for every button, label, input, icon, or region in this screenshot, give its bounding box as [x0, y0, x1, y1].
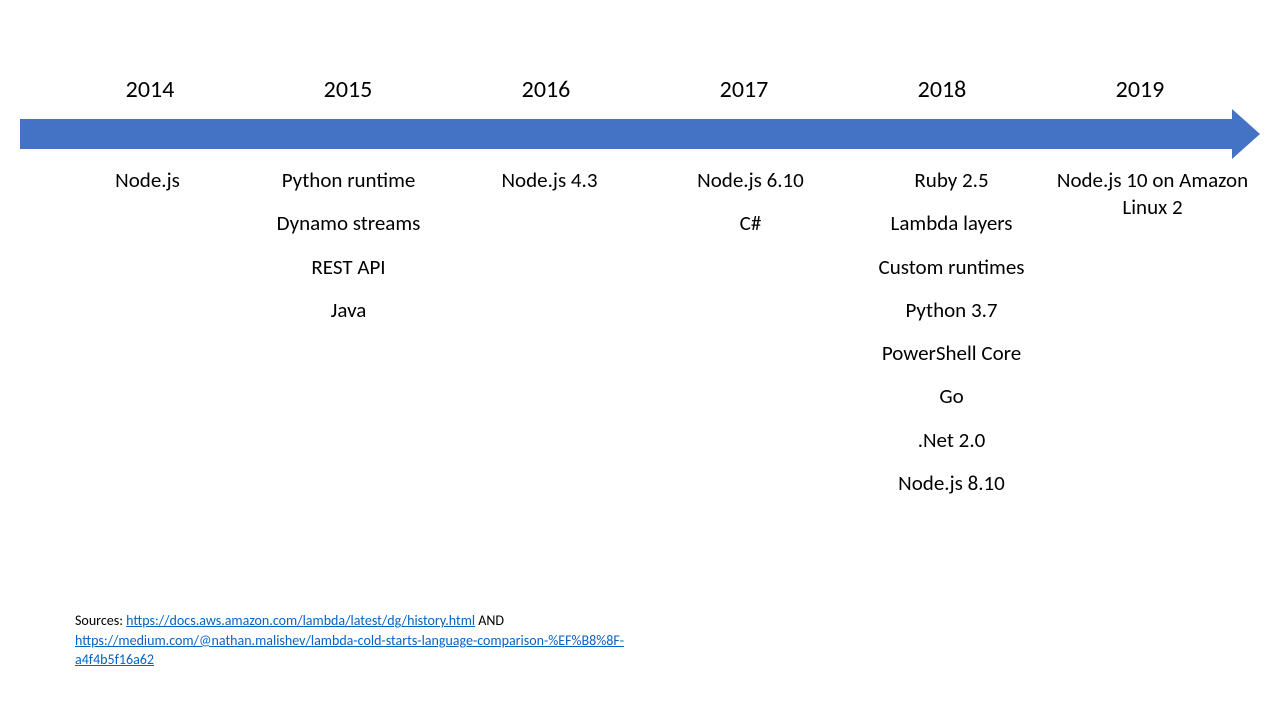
timeline-column-2016: Node.js 4.3: [452, 167, 647, 513]
year-label: 2016: [456, 75, 636, 104]
sources-and: AND: [475, 612, 504, 629]
timeline-item: Dynamo streams: [251, 210, 446, 237]
source-link-2[interactable]: https://medium.com/@nathan.malishev/lamb…: [75, 632, 624, 669]
timeline-item: Go: [854, 383, 1049, 410]
timeline-column-2018: Ruby 2.5 Lambda layers Custom runtimes P…: [854, 167, 1049, 513]
timeline-item: REST API: [251, 254, 446, 281]
timeline-item: PowerShell Core: [854, 340, 1049, 367]
timeline-item: Node.js 4.3: [452, 167, 647, 194]
source-link-1[interactable]: https://docs.aws.amazon.com/lambda/lates…: [126, 612, 475, 629]
timeline-diagram: 2014 2015 2016 2017 2018 2019 Node.js Py…: [20, 75, 1260, 513]
year-label: 2019: [1050, 75, 1230, 104]
timeline-item: Lambda layers: [854, 210, 1049, 237]
timeline-column-2017: Node.js 6.10 C#: [653, 167, 848, 513]
items-row: Node.js Python runtime Dynamo streams RE…: [20, 167, 1260, 513]
timeline-item: Java: [251, 297, 446, 324]
timeline-item: Ruby 2.5: [854, 167, 1049, 194]
timeline-column-2014: Node.js: [50, 167, 245, 513]
year-label: 2017: [654, 75, 834, 104]
timeline-item: .Net 2.0: [854, 427, 1049, 454]
timeline-item: Node.js 8.10: [854, 470, 1049, 497]
timeline-item: Node.js 10 on Amazon Linux 2: [1055, 167, 1250, 222]
timeline-item: Python runtime: [251, 167, 446, 194]
year-label: 2014: [60, 75, 240, 104]
year-label: 2018: [852, 75, 1032, 104]
timeline-item: Custom runtimes: [854, 254, 1049, 281]
timeline-item: C#: [653, 210, 848, 237]
years-row: 2014 2015 2016 2017 2018 2019: [20, 75, 1260, 104]
arrow-shaft: [20, 119, 1234, 149]
timeline-arrow: [20, 119, 1260, 149]
year-label: 2015: [258, 75, 438, 104]
timeline-column-2019: Node.js 10 on Amazon Linux 2: [1055, 167, 1250, 513]
timeline-item: Python 3.7: [854, 297, 1049, 324]
timeline-column-2015: Python runtime Dynamo streams REST API J…: [251, 167, 446, 513]
timeline-item: Node.js 6.10: [653, 167, 848, 194]
sources-label: Sources:: [75, 612, 126, 629]
arrow-head-icon: [1232, 109, 1260, 159]
timeline-item: Node.js: [50, 167, 245, 194]
sources-citation: Sources: https://docs.aws.amazon.com/lam…: [75, 611, 635, 670]
